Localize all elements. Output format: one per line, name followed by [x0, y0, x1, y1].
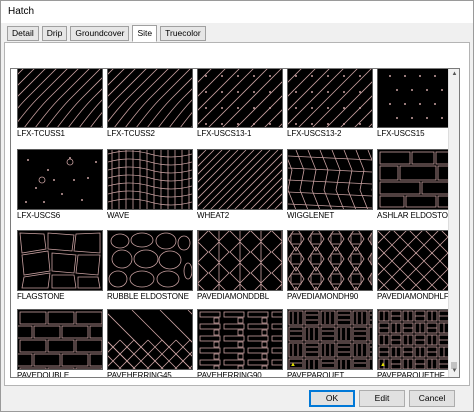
pattern-tile[interactable]: PAVEDIAMONDDBL: [197, 230, 285, 301]
pattern-label: PAVEHERRING90: [197, 371, 262, 378]
svg-text:▲: ▲: [290, 362, 296, 368]
pattern-label: WHEAT2: [197, 211, 230, 220]
edit-button[interactable]: Edit: [359, 390, 405, 407]
svg-text:▲: ▲: [380, 362, 386, 368]
wiggle-net-pattern[interactable]: [287, 149, 373, 210]
herringbone-90-pattern[interactable]: [197, 309, 283, 370]
pattern-tile[interactable]: WIGGLENET: [287, 149, 375, 220]
tab-site[interactable]: Site: [132, 25, 158, 42]
pattern-tile[interactable]: LFX-TCUSS2: [107, 69, 195, 138]
hatch-dialog: Hatch Detail Drip Groundcover Site Truec…: [0, 0, 474, 412]
ok-button[interactable]: OK: [309, 390, 355, 407]
pattern-tile[interactable]: WHEAT2: [197, 149, 285, 220]
wavy-lines-pattern[interactable]: [107, 69, 193, 128]
tab-strip: Detail Drip Groundcover Site Truecolor: [7, 25, 206, 42]
diamond-pattern[interactable]: [197, 230, 283, 291]
pattern-tile[interactable]: LFX-USCS13-1: [197, 69, 285, 138]
pattern-label: LFX-USCS6: [17, 211, 61, 220]
flagstone-pattern[interactable]: [17, 230, 103, 291]
pattern-tile[interactable]: RUBBLE ELDOSTONE: [107, 230, 195, 301]
wave-pattern[interactable]: [107, 149, 193, 210]
pattern-label: FLAGSTONE: [17, 292, 65, 301]
diagonal-lines-pattern[interactable]: [197, 149, 283, 210]
tab-panel: ▲ PAVEPARQUETHF ▲ PAVEPARQUET PAVEHERRING90 P…: [4, 42, 470, 386]
tab-drip[interactable]: Drip: [41, 26, 68, 41]
pattern-tile[interactable]: LFX-USCS6: [17, 149, 105, 220]
scroll-down-arrow-icon[interactable]: ▼: [449, 366, 459, 377]
diagonal-dots-pattern[interactable]: [287, 69, 373, 128]
vertical-scrollbar[interactable]: ▲ ▼: [448, 69, 459, 377]
pattern-label: WAVE: [107, 211, 130, 220]
rubble-pattern[interactable]: [107, 230, 193, 291]
wavy-lines-pattern[interactable]: [17, 69, 103, 128]
pattern-label: LFX-TCUSS2: [107, 129, 155, 138]
pattern-tile[interactable]: LFX-USCS13-2: [287, 69, 375, 138]
title-bar: Hatch: [1, 1, 473, 23]
tab-detail[interactable]: Detail: [7, 26, 39, 41]
pattern-label: PAVEDOUBLE: [17, 371, 70, 378]
pattern-tile[interactable]: PAVEHERRING90: [197, 309, 285, 378]
pattern-label: WIGGLENET: [287, 211, 335, 220]
pattern-label: LFX-TCUSS1: [17, 129, 65, 138]
pattern-label: PAVEHERRING45: [107, 371, 172, 378]
pattern-tile[interactable]: LFX-TCUSS1: [17, 69, 105, 138]
pattern-tile[interactable]: PAVEHERRING45: [107, 309, 195, 378]
cancel-button[interactable]: Cancel: [409, 390, 455, 407]
diamond-grid-pattern[interactable]: [287, 230, 373, 291]
window-title: Hatch: [8, 6, 35, 17]
pattern-label: PAVEPARQUET: [287, 371, 345, 378]
parquet-pattern[interactable]: ▲: [287, 309, 373, 370]
pattern-label: PAVEDIAMONDDBL: [197, 292, 270, 301]
pattern-label: RUBBLE ELDOSTONE: [107, 292, 189, 301]
pattern-tile[interactable]: PAVEDIAMONDH90: [287, 230, 375, 301]
brick-pattern[interactable]: [17, 309, 103, 370]
pattern-tile[interactable]: WAVE: [107, 149, 195, 220]
scroll-up-arrow-icon[interactable]: ▲: [449, 69, 459, 80]
tab-truecolor[interactable]: Truecolor: [160, 26, 206, 41]
herringbone-45-pattern[interactable]: [107, 309, 193, 370]
pattern-tile[interactable]: PAVEDOUBLE: [17, 309, 105, 378]
pattern-tile[interactable]: FLAGSTONE: [17, 230, 105, 301]
diagonal-dots-pattern[interactable]: [197, 69, 283, 128]
scattered-dots-pattern[interactable]: [17, 149, 103, 210]
pattern-gallery: ▲ PAVEPARQUETHF ▲ PAVEPARQUET PAVEHERRING90 P…: [10, 68, 460, 378]
pattern-label: PAVEDIAMONDH90: [287, 292, 359, 301]
pattern-label: LFX-USCS13-1: [197, 129, 252, 138]
pattern-label: LFX-USCS13-2: [287, 129, 342, 138]
pattern-tile[interactable]: ▲ PAVEPARQUET: [287, 309, 375, 378]
tab-groundcover[interactable]: Groundcover: [70, 26, 130, 41]
